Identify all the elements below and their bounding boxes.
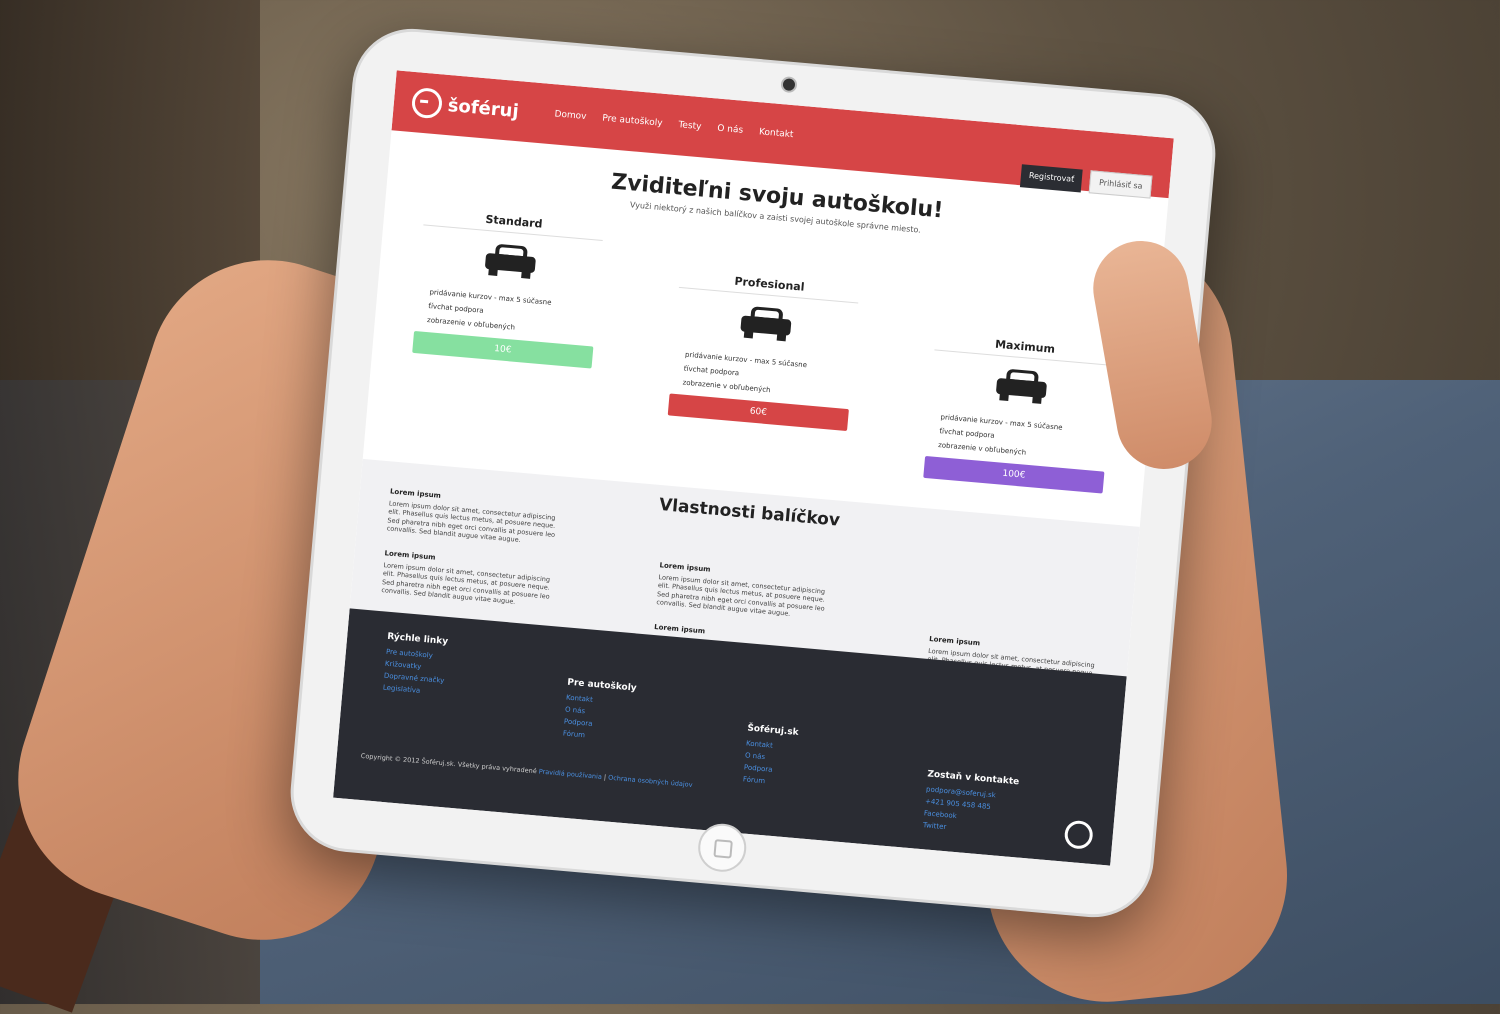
car-icon (995, 366, 1048, 404)
price-button-standard[interactable]: 10€ (412, 330, 594, 369)
car-icon (484, 241, 537, 279)
logo-text: šoféruj (446, 94, 520, 122)
plan-title: Standard (423, 207, 605, 242)
logo[interactable]: šoféruj (410, 86, 520, 126)
car-icon (740, 303, 793, 342)
plan-profesional: Profesional pridávanie kurzov - max 5 sú… (664, 269, 860, 471)
website-screen: šoféruj Domov Pre autoškoly Testy O nás … (333, 70, 1174, 866)
nav-item-home[interactable]: Domov (554, 109, 587, 122)
feature-item: Lorem ipsumLorem ipsum dolor sit amet, c… (381, 549, 554, 609)
plan-standard: Standard pridávanie kurzov - max 5 súčas… (405, 207, 605, 448)
footer-schools: Pre autoškoly Kontakt O nás Podpora Fóru… (557, 678, 717, 815)
nav-item-tests[interactable]: Testy (678, 120, 702, 132)
price-button-profesional[interactable]: 60€ (667, 393, 849, 432)
feature-item: Lorem ipsumLorem ipsum dolor sit amet, c… (656, 561, 829, 621)
footer-contact: Zostaň v kontakte podpora@soferuj.sk +42… (922, 769, 1077, 846)
nav-item-schools[interactable]: Pre autoškoly (602, 114, 663, 129)
plan-title: Maximum (934, 332, 1116, 367)
footer-columns: Rýchle linky Pre autoškoly Križovatky Do… (374, 632, 1085, 846)
tablet-device: šoféruj Domov Pre autoškoly Testy O nás … (285, 23, 1221, 923)
main-nav: Domov Pre autoškoly Testy O nás Kontakt (554, 109, 794, 140)
camera (780, 75, 798, 94)
price-button-maximum[interactable]: 100€ (923, 455, 1105, 494)
nav-item-about[interactable]: O nás (717, 124, 744, 136)
nav-item-contact[interactable]: Kontakt (759, 127, 794, 140)
plan-maximum: Maximum pridávanie kurzov - max 5 súčasn… (923, 332, 1116, 494)
steering-wheel-icon (410, 86, 444, 120)
plan-title: Profesional (678, 269, 860, 304)
footer-brand: Šoféruj.sk Kontakt O nás Podpora Fórum (740, 724, 898, 831)
